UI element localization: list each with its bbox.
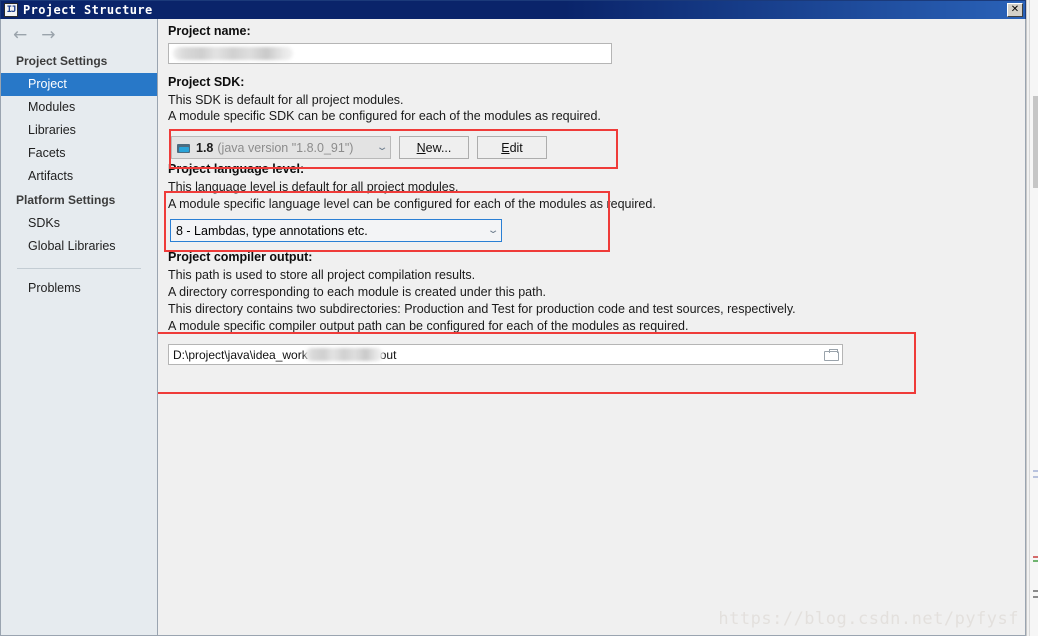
settings-sidebar: ← → Project Settings Project Modules Lib…: [1, 19, 158, 635]
scrollbar-marker: [1033, 476, 1038, 478]
sidebar-item-project[interactable]: Project: [1, 73, 157, 96]
project-sdk-desc-line-1: This SDK is default for all project modu…: [168, 93, 404, 107]
compiler-output-label: Project compiler output:: [168, 250, 313, 264]
compiler-output-desc-line-1: This path is used to store all project c…: [168, 268, 476, 282]
project-name-redacted-value: [173, 47, 293, 60]
watermark-text: https://blog.csdn.net/pyfysf: [718, 609, 1019, 629]
sidebar-item-problems[interactable]: Problems: [1, 277, 157, 300]
arrow-right-icon[interactable]: →: [41, 27, 55, 49]
compiler-output-desc-line-3: This directory contains two subdirectori…: [168, 302, 796, 316]
scrollbar-marker: [1033, 556, 1038, 558]
project-name-input[interactable]: [168, 43, 612, 64]
new-sdk-button-label: New...: [416, 140, 452, 155]
project-sdk-label: Project SDK:: [168, 75, 245, 89]
compiler-output-desc-line-2: A directory corresponding to each module…: [168, 285, 546, 299]
project-sdk-dropdown[interactable]: 1.8 (java version "1.8.0_91") ⌄: [171, 136, 391, 159]
sidebar-navigation: ← →: [1, 19, 157, 49]
scrollbar-marker: [1033, 596, 1038, 598]
background-scrollbar-thumb[interactable]: [1033, 96, 1038, 188]
background-window-strip: [1026, 0, 1038, 636]
sidebar-item-artifacts[interactable]: Artifacts: [1, 165, 157, 188]
language-level-desc-line-2: A module specific language level can be …: [168, 197, 656, 211]
sidebar-item-sdks[interactable]: SDKs: [1, 212, 157, 235]
compiler-output-path-prefix: D:\project\java\idea_work: [173, 347, 308, 362]
title-bar: IJ Project Structure ✕: [0, 0, 1026, 19]
edit-sdk-button-label: Edit: [501, 140, 523, 155]
project-sdk-version: 1.8: [196, 140, 214, 155]
project-name-label: Project name:: [168, 24, 251, 38]
folder-browse-icon[interactable]: [824, 348, 839, 361]
chevron-down-icon: ⌄: [375, 141, 389, 153]
language-level-label: Project language level:: [168, 162, 305, 176]
sidebar-item-libraries[interactable]: Libraries: [1, 119, 157, 142]
window-title: Project Structure: [23, 3, 153, 17]
sidebar-item-global-libraries[interactable]: Global Libraries: [1, 235, 157, 258]
compiler-output-desc-line-4: A module specific compiler output path c…: [168, 319, 689, 333]
jdk-icon: [177, 142, 191, 154]
sidebar-divider: [17, 268, 141, 269]
language-level-dropdown[interactable]: 8 - Lambdas, type annotations etc. ⌄: [170, 219, 502, 242]
project-settings-panel: Project name: Project SDK: This SDK is d…: [158, 19, 1025, 635]
project-sdk-detail: (java version "1.8.0_91"): [217, 140, 354, 155]
chevron-down-icon: ⌄: [486, 224, 500, 236]
language-level-selected-value: 8 - Lambdas, type annotations etc.: [176, 223, 368, 238]
compiler-output-path-input[interactable]: D:\project\java\idea_work out: [168, 344, 843, 365]
intellij-idea-icon: IJ: [4, 3, 18, 17]
scrollbar-marker: [1033, 560, 1038, 562]
project-structure-dialog: IJ Project Structure ✕ ← → Project Setti…: [0, 0, 1038, 636]
language-level-desc-line-1: This language level is default for all p…: [168, 180, 459, 194]
compiler-output-path-redacted: [304, 348, 383, 361]
scrollbar-marker: [1033, 470, 1038, 472]
arrow-left-icon[interactable]: ←: [13, 27, 27, 49]
new-sdk-button[interactable]: New...: [399, 136, 469, 159]
scrollbar-marker: [1033, 590, 1038, 592]
sidebar-item-modules[interactable]: Modules: [1, 96, 157, 119]
project-sdk-desc-line-2: A module specific SDK can be configured …: [168, 109, 601, 123]
sidebar-group-title-platform-settings: Platform Settings: [16, 193, 116, 207]
sidebar-item-facets[interactable]: Facets: [1, 142, 157, 165]
dialog-body: ← → Project Settings Project Modules Lib…: [0, 19, 1026, 636]
background-scrollbar-track[interactable]: [1029, 0, 1038, 636]
edit-sdk-button[interactable]: Edit: [477, 136, 547, 159]
close-icon[interactable]: ✕: [1007, 3, 1023, 17]
sidebar-group-title-project-settings: Project Settings: [16, 54, 108, 68]
